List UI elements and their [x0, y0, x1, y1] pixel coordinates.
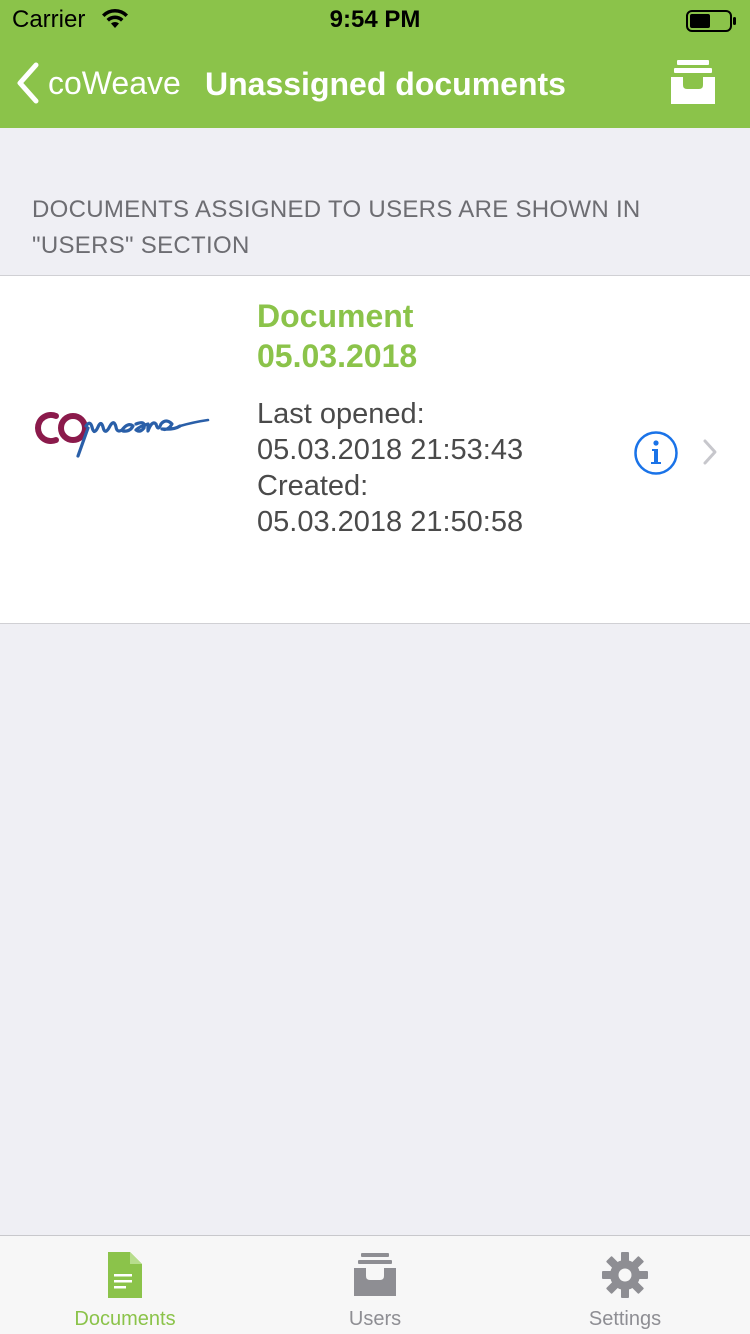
tab-documents[interactable]: Documents [0, 1236, 250, 1334]
info-icon[interactable] [633, 430, 679, 476]
status-time: 9:54 PM [329, 6, 421, 33]
inbox-tray-icon [354, 1253, 396, 1296]
section-header-line-2: "USERS" SECTION [32, 232, 250, 259]
created-label: Created: [257, 470, 369, 502]
document-title-line-1: Document [257, 298, 414, 334]
document-icon [108, 1252, 142, 1298]
back-button[interactable]: coWeave [16, 60, 181, 106]
chevron-right-icon [703, 439, 717, 465]
page-title: Unassigned documents [205, 66, 566, 102]
chevron-left-icon [17, 62, 39, 104]
tab-bar: Documents Users Settings [0, 1235, 750, 1334]
tab-users[interactable]: Users [250, 1236, 500, 1334]
coweave-logo [35, 412, 210, 458]
battery-icon [686, 10, 736, 32]
back-button-label: coWeave [48, 64, 181, 101]
section-header-line-1: DOCUMENTS ASSIGNED TO USERS ARE SHOWN IN [32, 196, 641, 223]
tab-documents-label: Documents [74, 1308, 176, 1330]
document-meta: Last opened: 05.03.2018 21:53:43 Created… [257, 396, 617, 540]
last-opened-value: 05.03.2018 21:53:43 [257, 434, 524, 466]
tab-users-label: Users [348, 1308, 402, 1330]
inbox-tray-icon[interactable] [670, 58, 716, 106]
section-header: DOCUMENTS ASSIGNED TO USERS ARE SHOWN IN… [32, 192, 692, 264]
tab-settings[interactable]: Settings [500, 1236, 750, 1334]
tab-settings-label: Settings [588, 1308, 662, 1330]
last-opened-label: Last opened: [257, 398, 425, 430]
created-value: 05.03.2018 21:50:58 [257, 506, 524, 538]
document-title-line-2: 05.03.2018 [257, 338, 418, 374]
document-title: Document 05.03.2018 [257, 296, 577, 376]
document-row[interactable]: Document 05.03.2018 Last opened: 05.03.2… [0, 275, 750, 624]
status-bar: Carrier 9:54 PM [0, 0, 750, 40]
top-bar: Carrier 9:54 PM coWeave Unassigned docum… [0, 0, 750, 128]
gear-icon [602, 1252, 648, 1298]
navigation-bar: coWeave Unassigned documents [0, 40, 750, 128]
